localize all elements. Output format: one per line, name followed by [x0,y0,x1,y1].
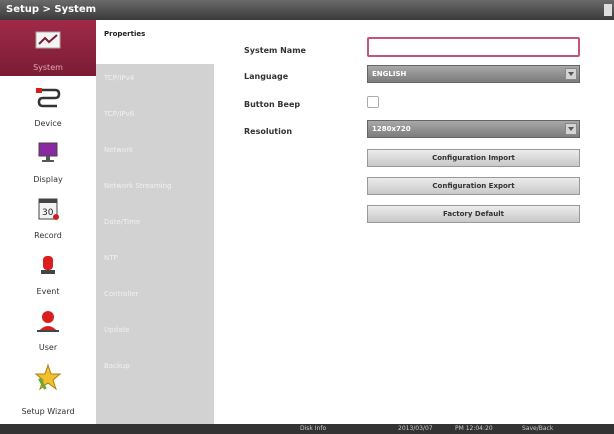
status-disk-info: Disk Info [300,425,327,432]
system-name-label: System Name [244,46,306,55]
submenu-item-network-streaming[interactable]: Network Streaming [96,168,214,204]
submenu-item-date-time[interactable]: Date/Time [96,204,214,240]
button-beep-label: Button Beep [244,100,301,109]
sidebar-item-label: User [38,343,58,352]
button-beep-checkbox[interactable] [367,96,379,108]
submenu-item-network[interactable]: Network [96,132,214,168]
sidebar-item-display[interactable]: Display [0,132,96,188]
language-select[interactable]: ENGLISH [367,65,580,83]
sidebar-item-event[interactable]: Event [0,244,96,300]
svg-text:30: 30 [42,208,54,218]
language-value: ENGLISH [372,70,407,78]
submenu-item-tcp-ipv6[interactable]: TCP/IPv6 [96,96,214,132]
status-time: PM 12:04:20 [455,425,493,432]
close-icon[interactable] [604,4,612,16]
language-label: Language [244,72,289,81]
submenu-item-controller[interactable]: Controller [96,276,214,312]
setup-wizard-star-icon [34,363,62,391]
sidebar-item-label: Event [36,287,60,296]
sidebar-item-system[interactable]: System [0,20,96,76]
submenu-item-properties[interactable]: Properties [96,20,214,64]
sidebar-item-label: Record [34,231,62,240]
system-settings-icon [35,31,61,49]
status-date: 2013/03/07 [398,425,433,432]
properties-panel: System Name Language ENGLISH Button Beep… [214,20,614,424]
status-bar: Disk Info 2013/03/07 PM 12:04:20 Save/Ba… [0,424,614,434]
save-back-button[interactable]: Save/Back [522,424,553,434]
title-text: Setup > System [6,4,97,15]
chevron-down-icon [565,68,577,80]
system-name-input[interactable] [367,37,580,57]
sidebar: System Device Display 30 Record Event Us… [0,20,96,424]
chevron-down-icon [565,123,577,135]
submenu-item-tcp-ipv4[interactable]: TCP/IPv4 [96,60,214,96]
event-siren-icon [41,256,55,274]
sidebar-item-setup-wizard[interactable]: Setup Wizard [0,356,96,420]
submenu-item-backup[interactable]: Backup [96,348,214,384]
resolution-value: 1280x720 [372,125,411,133]
display-monitor-icon [38,142,58,162]
window-title: Setup > System [0,0,614,20]
user-avatar-icon [37,311,59,332]
sidebar-item-label: Setup Wizard [21,407,75,416]
factory-default-button[interactable]: Factory Default [367,205,580,223]
submenu: Properties TCP/IPv4 TCP/IPv6 Network Net… [96,20,214,424]
record-calendar-icon: 30 [38,198,59,220]
submenu-item-ntp[interactable]: NTP [96,240,214,276]
configuration-export-button[interactable]: Configuration Export [367,177,580,195]
sidebar-item-device[interactable]: Device [0,76,96,132]
resolution-label: Resolution [244,127,293,136]
submenu-item-update[interactable]: Update [96,312,214,348]
sidebar-item-user[interactable]: User [0,300,96,356]
configuration-import-button[interactable]: Configuration Import [367,149,580,167]
device-cable-icon [36,88,61,108]
sidebar-item-label: Device [34,119,62,128]
sidebar-item-label: System [33,63,63,72]
sidebar-item-record[interactable]: 30 Record [0,188,96,244]
sidebar-item-label: Display [33,175,63,184]
resolution-select[interactable]: 1280x720 [367,120,580,138]
